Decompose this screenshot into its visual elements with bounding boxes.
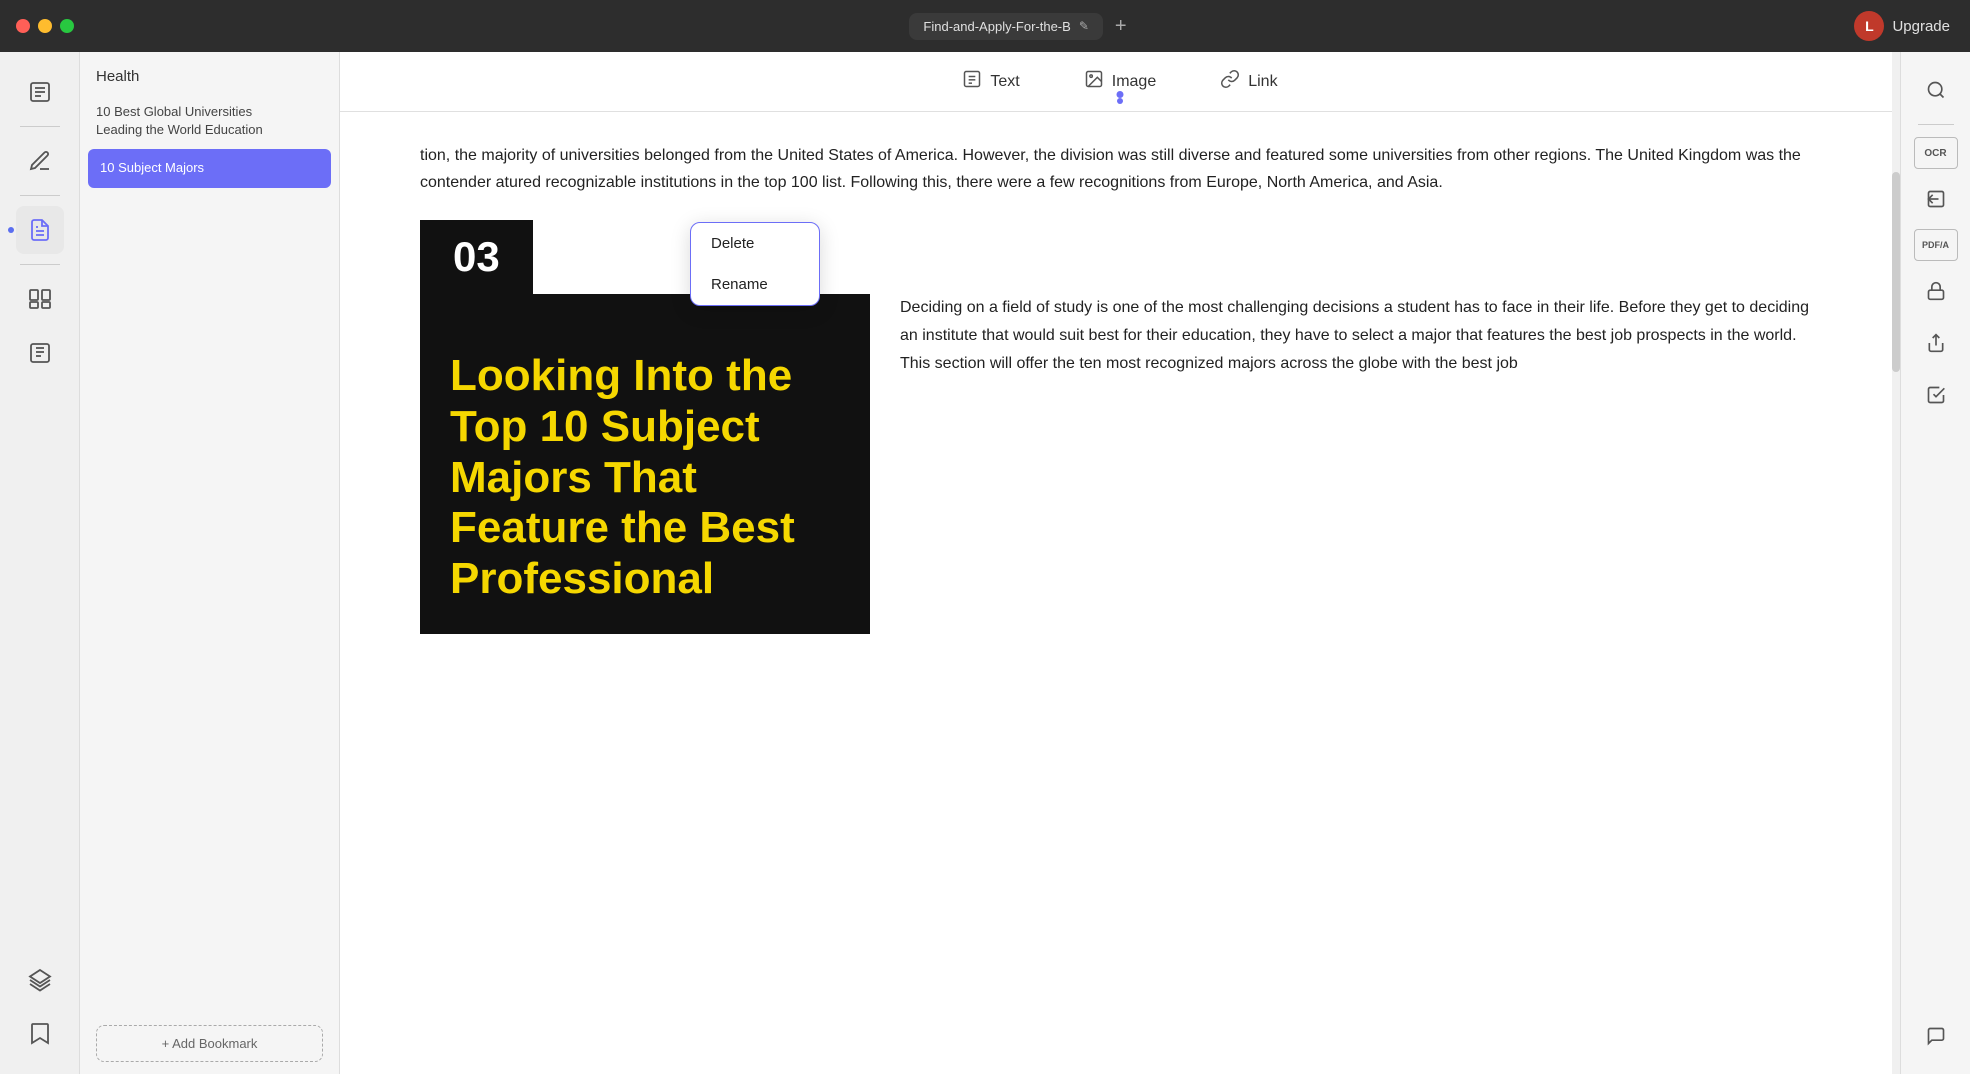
- text-tool-button[interactable]: Text: [950, 61, 1031, 102]
- sidebar-divider-1: [20, 126, 60, 127]
- ocr-button[interactable]: OCR: [1914, 137, 1958, 169]
- sidebar-bookmarks-button[interactable]: [16, 68, 64, 116]
- avatar: L: [1854, 11, 1884, 41]
- main-layout: Health 10 Best Global UniversitiesLeadin…: [0, 52, 1970, 1074]
- link-tool-button[interactable]: Link: [1208, 61, 1289, 102]
- left-sidebar: [0, 52, 80, 1074]
- sidebar-divider-3: [20, 264, 60, 265]
- bookmark-item-1-label: 10 Best Global UniversitiesLeading the W…: [96, 104, 263, 137]
- add-tab-button[interactable]: +: [1111, 11, 1131, 42]
- active-indicator: [8, 227, 14, 233]
- featured-block: Looking Into the Top 10 Subject Majors T…: [420, 294, 1820, 634]
- sidebar-pages-button[interactable]: [16, 275, 64, 323]
- top-toolbar: Text Image: [340, 52, 1900, 112]
- link-tool-label: Link: [1248, 73, 1277, 91]
- right-sidebar: OCR PDF/A: [1900, 52, 1970, 1074]
- tab-area: Find-and-Apply-For-the-B ✎ +: [86, 11, 1954, 42]
- search-button[interactable]: [1914, 68, 1958, 112]
- sidebar-bookmark-button[interactable]: [16, 1010, 64, 1058]
- upgrade-button[interactable]: L Upgrade: [1854, 11, 1950, 41]
- text-tool-label: Text: [990, 73, 1019, 91]
- bookmark-item-1[interactable]: 10 Best Global UniversitiesLeading the W…: [80, 93, 339, 149]
- side-text: Deciding on a field of study is one of t…: [900, 294, 1820, 378]
- scrollbar-thumb[interactable]: [1892, 172, 1900, 372]
- delete-label: Delete: [711, 235, 754, 252]
- link-tool-icon: [1220, 69, 1240, 94]
- upgrade-label: Upgrade: [1892, 18, 1950, 35]
- active-tab[interactable]: Find-and-Apply-For-the-B ✎: [909, 13, 1102, 40]
- bookmark-item-2-label: 10 Subject Majors: [100, 160, 204, 175]
- sidebar-notes-button[interactable]: [16, 206, 64, 254]
- image-tool-icon: [1084, 69, 1104, 94]
- extract-button[interactable]: [1914, 177, 1958, 221]
- bookmark-panel: Health 10 Best Global UniversitiesLeadin…: [80, 52, 340, 1074]
- image-tool-label: Image: [1112, 73, 1156, 91]
- share-button[interactable]: [1914, 321, 1958, 365]
- content-paragraph-1: tion, the majority of universities belon…: [420, 142, 1820, 196]
- image-tool-button[interactable]: Image: [1072, 61, 1168, 102]
- right-divider-1: [1918, 124, 1954, 125]
- scrollbar-track[interactable]: [1892, 52, 1900, 1074]
- featured-title: Looking Into the Top 10 Subject Majors T…: [450, 351, 840, 604]
- traffic-lights: [16, 19, 74, 33]
- tab-label: Find-and-Apply-For-the-B: [923, 19, 1070, 34]
- maximize-button[interactable]: [60, 19, 74, 33]
- rename-label: Rename: [711, 276, 768, 293]
- bookmark-item-2[interactable]: 10 Subject Majors: [88, 149, 331, 187]
- close-button[interactable]: [16, 19, 30, 33]
- tab-edit-icon[interactable]: ✎: [1079, 19, 1089, 33]
- pdfa-label: PDF/A: [1922, 240, 1949, 250]
- featured-image: Looking Into the Top 10 Subject Majors T…: [420, 294, 870, 634]
- add-bookmark-button[interactable]: + Add Bookmark: [96, 1025, 323, 1062]
- titlebar: Find-and-Apply-For-the-B ✎ + L Upgrade: [0, 0, 1970, 52]
- context-menu-rename[interactable]: Rename: [691, 264, 819, 305]
- ocr-label: OCR: [1924, 148, 1946, 159]
- context-menu: Delete Rename: [690, 222, 820, 306]
- validate-button[interactable]: [1914, 373, 1958, 417]
- sidebar-divider-2: [20, 195, 60, 196]
- pdf-content[interactable]: tion, the majority of universities belon…: [340, 112, 1900, 1074]
- sidebar-layers-button[interactable]: [16, 956, 64, 1004]
- lock-button[interactable]: [1914, 269, 1958, 313]
- context-menu-delete[interactable]: Delete: [691, 223, 819, 264]
- chat-button[interactable]: [1914, 1014, 1958, 1058]
- section-number-wrapper: 03: [420, 220, 1820, 294]
- content-area: Text Image: [340, 52, 1900, 1074]
- section-number: 03: [420, 220, 533, 294]
- minimize-button[interactable]: [38, 19, 52, 33]
- image-tool-dot: [1116, 91, 1123, 98]
- pdfa-button[interactable]: PDF/A: [1914, 229, 1958, 261]
- sidebar-annotation-button[interactable]: [16, 137, 64, 185]
- sidebar-attachments-button[interactable]: [16, 329, 64, 377]
- bookmark-category: Health: [80, 52, 339, 93]
- text-tool-icon: [962, 69, 982, 94]
